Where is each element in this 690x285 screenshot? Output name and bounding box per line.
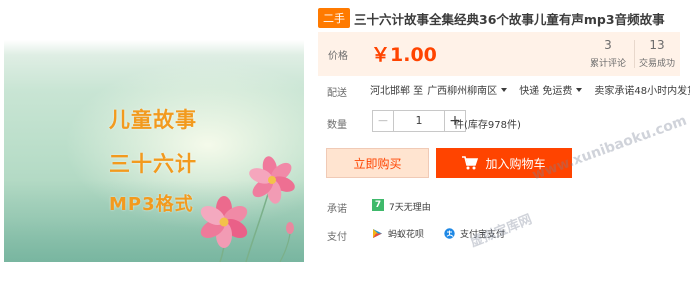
image-text-line: 三十六计 (109, 152, 197, 176)
cosmos-flowers-illustration (200, 156, 295, 262)
ship-method-value: 快递 免运费 (519, 86, 573, 97)
payment-label: 支付 (327, 232, 347, 243)
buy-now-button[interactable]: 立即购买 (326, 148, 429, 178)
payment-option-label: 蚂蚁花呗 (388, 230, 425, 240)
reviews-label: 累计评论 (589, 59, 626, 69)
shipping-label: 配送 (327, 88, 347, 99)
price-panel: 价格 ￥1.00 3 累计评论 13 交易成功 (318, 32, 680, 76)
deals-stat: 13 交易成功 (633, 38, 681, 69)
reviews-stat[interactable]: 3 累计评论 (582, 38, 634, 69)
ship-to-select[interactable]: 广西柳州柳南区 (427, 82, 508, 97)
alipay-icon (444, 228, 455, 239)
image-text-line: MP3格式 (109, 194, 194, 215)
chevron-down-icon (501, 87, 508, 92)
quantity-input[interactable]: 1 (394, 110, 444, 132)
deals-count: 13 (649, 38, 665, 52)
stock-text: 件(库存978件) (454, 120, 521, 131)
huabei-icon (373, 229, 382, 238)
ship-to-value: 广西柳州柳南区 (427, 86, 498, 97)
ship-from: 河北邯郸 至 (370, 86, 424, 97)
guarantee-text[interactable]: 7天无理由 (389, 200, 431, 213)
guarantee-label: 承诺 (327, 204, 347, 215)
ship-promise: 卖家承诺48小时内发货 (594, 86, 690, 97)
image-text-line: 儿童故事 (109, 108, 197, 132)
shipping-row: 河北邯郸 至 广西柳州柳南区 快递 免运费 卖家承诺48小时内发货 (370, 82, 690, 97)
second-hand-badge: 二手 (318, 8, 350, 28)
ship-method-select[interactable]: 快递 免运费 (519, 82, 583, 97)
product-image[interactable]: 儿童故事 三十六计 MP3格式 (4, 0, 304, 262)
cart-icon (462, 156, 479, 170)
deals-label: 交易成功 (638, 59, 675, 69)
watermark-name: 虚拟宝库网 (468, 212, 535, 251)
price-value: ￥1.00 (371, 44, 437, 66)
quantity-label: 数量 (327, 120, 347, 131)
quantity-decrease-button[interactable]: − (372, 110, 394, 132)
product-title-row: 二手 三十六计故事全集经典36个故事儿童有声mp3音频故事 (318, 8, 665, 28)
chevron-down-icon (576, 87, 583, 92)
payment-option-huabei[interactable]: 蚂蚁花呗 (372, 227, 424, 240)
reviews-count: 3 (604, 38, 612, 52)
price-label: 价格 (328, 51, 348, 62)
quantity-stepper: − 1 + (372, 110, 466, 132)
product-title: 三十六计故事全集经典36个故事儿童有声mp3音频故事 (354, 11, 665, 27)
seven-day-return-icon: 7 (372, 199, 384, 211)
